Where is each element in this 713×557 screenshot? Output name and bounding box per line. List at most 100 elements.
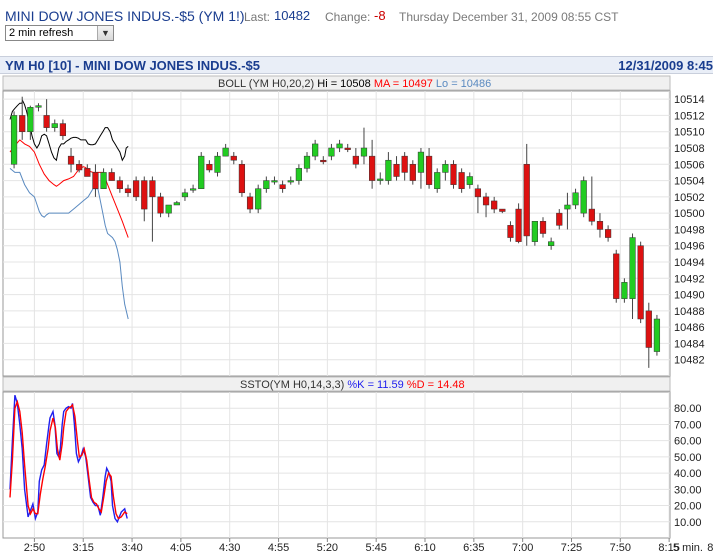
candle-down	[116, 180, 123, 189]
boll-legend: BOLL (YM H0,20,2) Hi = 10508 MA = 10497 …	[218, 78, 491, 90]
candle-down	[246, 196, 254, 210]
candle-down	[515, 208, 522, 242]
time-tick-label: 8:40	[707, 542, 713, 554]
candle-down	[450, 164, 457, 185]
time-tick-label: 3:15	[73, 542, 94, 554]
candle-up	[312, 143, 319, 157]
candle-up	[360, 147, 368, 157]
candle-up	[564, 204, 571, 210]
last-value: 10482	[274, 8, 311, 23]
candle-up	[336, 143, 343, 149]
candle-up	[417, 151, 425, 173]
price-tick-label: 10484	[674, 338, 705, 350]
stoch-tick-label: 60.00	[674, 436, 702, 448]
symbol-title[interactable]: MINI DOW JONES INDUS.-$5 (YM 1!)	[5, 8, 245, 24]
candle-up	[434, 172, 441, 189]
candle-down	[59, 123, 66, 137]
quote-bar: MINI DOW JONES INDUS.-$5 (YM 1!) Last: 1…	[0, 0, 713, 48]
chart-symbol-title: YM H0 [10] - MINI DOW JONES INDUS.-$5	[5, 58, 260, 73]
candle-down	[206, 164, 213, 171]
chevron-down-icon[interactable]: ▼	[97, 26, 113, 40]
candle-down	[523, 164, 530, 237]
candle-up	[295, 168, 302, 181]
candle-down	[124, 188, 132, 194]
legend-item: Hi = 10508	[317, 78, 374, 90]
last-label: Last:	[244, 10, 271, 24]
refresh-selected-value: 2 min refresh	[9, 27, 74, 39]
change-label: Change:	[325, 10, 371, 24]
candle-down	[482, 196, 490, 206]
candle-down	[474, 188, 482, 198]
candle-up	[466, 176, 473, 185]
candle-down	[19, 115, 26, 132]
stoch-tick-label: 10.00	[674, 517, 702, 529]
candle-up	[51, 123, 58, 128]
candle-down	[645, 310, 652, 348]
price-tick-label: 10512	[674, 110, 705, 122]
candle-down	[320, 159, 327, 163]
candle-up	[629, 237, 636, 299]
price-tick-label: 10498	[674, 224, 705, 236]
candle-up	[442, 164, 449, 173]
candle-up	[263, 180, 270, 189]
candle-down	[76, 164, 83, 171]
candle-down	[157, 196, 164, 214]
candle-down	[67, 155, 75, 165]
time-tick-label: 5:20	[317, 542, 338, 554]
candle-down	[401, 155, 408, 173]
candle-down	[238, 164, 246, 194]
price-tick-label: 10504	[674, 176, 705, 188]
candle-down	[507, 225, 514, 238]
candle-up	[255, 188, 262, 210]
candle-up	[572, 192, 579, 206]
candle-up	[214, 155, 221, 173]
time-tick-label: 2:50	[24, 542, 45, 554]
candle-down	[230, 155, 237, 161]
candle-down	[539, 221, 547, 234]
stoch-tick-label: 30.00	[674, 484, 702, 496]
candle-down	[84, 168, 91, 177]
refresh-select[interactable]: 2 min refresh ▼	[5, 25, 114, 41]
legend-item: Lo = 10486	[436, 78, 491, 90]
candle-up	[385, 159, 392, 181]
candle-up	[328, 147, 335, 157]
candle-down	[637, 245, 644, 320]
legend-text: SSTO(YM H0,14,3,3) %K = 11.59 %D = 14.48	[240, 379, 465, 391]
candle-up	[287, 180, 294, 183]
candle-down	[458, 172, 465, 189]
price-tick-label: 10502	[674, 192, 705, 204]
candle-up	[621, 282, 628, 299]
candle-up	[173, 202, 180, 206]
candle-down	[279, 184, 286, 189]
candle-down	[133, 180, 140, 198]
candle-up	[165, 204, 172, 214]
candle-up	[189, 188, 197, 191]
price-tick-label: 10514	[674, 94, 705, 106]
price-axis: 10514 10512 10510 10508 10506 10504 10502 10500…	[674, 94, 705, 367]
interval-label: 5 min.	[673, 542, 703, 554]
price-tick-label: 10494	[674, 257, 705, 269]
time-tick-label: 3:40	[121, 542, 142, 554]
candle-up	[198, 155, 205, 189]
legend-title: BOLL (YM H0,20,2)	[218, 78, 317, 90]
chart-header: YM H0 [10] - MINI DOW JONES INDUS.-$5 12…	[0, 56, 713, 74]
candle-up	[653, 318, 661, 352]
stoch-tick-label: 40.00	[674, 468, 702, 480]
candle-down	[425, 155, 433, 185]
price-tick-label: 10496	[674, 241, 705, 253]
time-tick-label: 7:25	[561, 542, 582, 554]
time-tick-label: 6:10	[414, 542, 435, 554]
price-tick-label: 10510	[674, 127, 705, 139]
legend-item: %K = 11.59	[347, 379, 406, 391]
price-tick-label: 10488	[674, 306, 705, 318]
stoch-tick-label: 70.00	[674, 419, 702, 431]
candle-down	[588, 208, 595, 222]
candle-down	[141, 180, 148, 210]
price-tick-label: 10492	[674, 273, 705, 285]
price-tick-label: 10482	[674, 355, 705, 367]
candle-down	[596, 221, 604, 230]
candle-up	[100, 172, 107, 189]
legend-item: %D = 14.48	[407, 379, 465, 391]
candle-down	[149, 180, 156, 198]
time-tick-label: 4:30	[219, 542, 240, 554]
